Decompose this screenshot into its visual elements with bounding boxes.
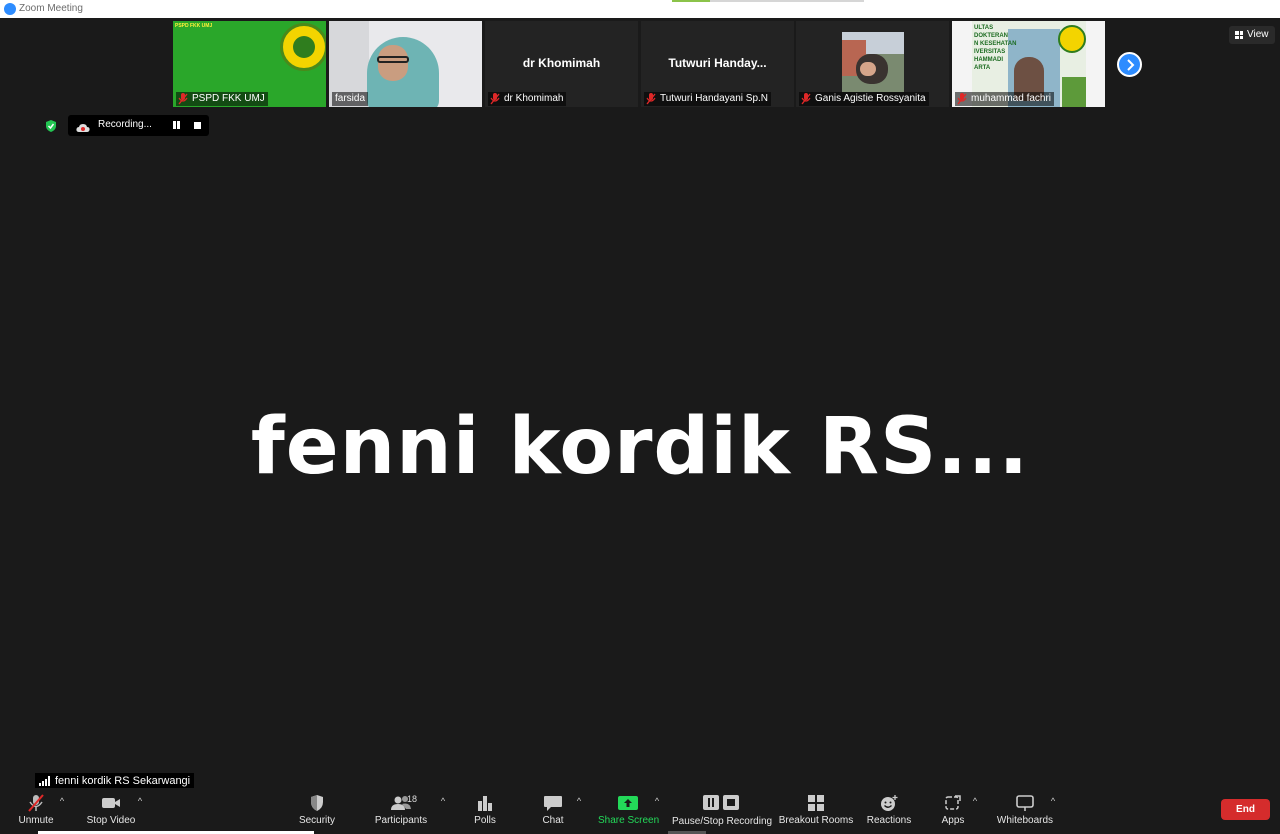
reactions-button[interactable]: Reactions: [864, 788, 914, 834]
apps-options-chevron-icon[interactable]: ^: [970, 796, 980, 806]
participants-button[interactable]: 18 Participants: [372, 788, 430, 834]
share-options-chevron-icon[interactable]: ^: [652, 796, 662, 806]
pause-stop-recording-button[interactable]: Pause/Stop Recording: [672, 788, 772, 834]
view-button[interactable]: View: [1229, 26, 1275, 44]
pause-recording-icon[interactable]: [172, 121, 181, 130]
muted-mic-icon: [957, 93, 967, 105]
audio-options-chevron-icon[interactable]: ^: [57, 796, 67, 806]
share-screen-icon: [617, 794, 639, 812]
muted-mic-icon: [801, 93, 811, 105]
apps-icon: [942, 794, 964, 812]
grid-icon: [1235, 31, 1243, 39]
sharing-indicator: [672, 0, 710, 2]
stop-video-button[interactable]: Stop Video: [84, 788, 138, 834]
participant-name-label: muhammad fachri: [955, 92, 1055, 106]
participant-tile[interactable]: Tutwuri Handay... Tutwuri Handayani Sp.N: [641, 21, 794, 107]
window-title: Zoom Meeting: [19, 3, 83, 14]
muted-mic-icon: [646, 93, 656, 105]
participant-name-label: Ganis Agistie Rossyanita: [799, 92, 929, 106]
tile-center-name: Tutwuri Handay...: [668, 56, 767, 70]
zoom-logo-icon: [4, 3, 16, 15]
profile-photo: [842, 32, 904, 92]
stop-recording-icon[interactable]: [194, 122, 201, 129]
breakout-rooms-button[interactable]: Breakout Rooms: [778, 788, 854, 834]
participant-name-label: Tutwuri Handayani Sp.N: [644, 92, 772, 106]
next-page-arrow-icon[interactable]: [1117, 52, 1142, 77]
apps-button[interactable]: Apps: [936, 788, 970, 834]
recording-indicator: Recording...: [68, 115, 209, 136]
active-speaker-label: fenni kordik RS Sekarwangi: [35, 773, 195, 789]
tile-banner-text: ULTAS DOKTERAN N KESEHATAN IVERSITAS HAM…: [974, 25, 1017, 71]
participant-tile[interactable]: farsida: [329, 21, 482, 107]
participants-options-chevron-icon[interactable]: ^: [438, 796, 448, 806]
video-options-chevron-icon[interactable]: ^: [135, 796, 145, 806]
pause-stop-icon: [701, 794, 741, 812]
chat-bubble-icon: [542, 794, 564, 812]
polls-icon: [474, 794, 496, 812]
signal-strength-icon: [39, 776, 51, 786]
recording-status: Recording...: [98, 119, 152, 130]
unmute-button[interactable]: Unmute: [14, 788, 58, 834]
top-drag-bar[interactable]: [710, 0, 864, 2]
end-meeting-button[interactable]: End: [1221, 799, 1270, 820]
participants-icon: 18: [383, 794, 419, 812]
chat-button[interactable]: Chat: [538, 788, 568, 834]
participant-tile[interactable]: dr Khomimah dr Khomimah: [485, 21, 638, 107]
muted-mic-icon: [178, 93, 188, 105]
participant-name-label: PSPD FKK UMJ: [176, 92, 268, 106]
share-screen-button[interactable]: Share Screen: [598, 788, 659, 834]
university-seal-icon: [280, 23, 326, 71]
whiteboards-options-chevron-icon[interactable]: ^: [1048, 796, 1058, 806]
security-button[interactable]: Security: [294, 788, 340, 834]
reactions-smiley-icon: [878, 794, 900, 812]
muted-mic-icon: [490, 93, 500, 105]
breakout-rooms-icon: [805, 794, 827, 812]
participant-tile[interactable]: PSPD FKK UMJ PSPD FKK UMJ: [173, 21, 326, 107]
participant-name-label: farsida: [332, 92, 369, 106]
participant-tile[interactable]: ULTAS DOKTERAN N KESEHATAN IVERSITAS HAM…: [952, 21, 1105, 107]
video-camera-icon: [100, 794, 122, 812]
cloud-recording-icon: [76, 120, 90, 132]
active-speaker-name: fenni kordik RS...: [250, 402, 1030, 492]
meeting-toolbar: Unmute ^ Stop Video ^ Security 18 Partic…: [0, 788, 1280, 834]
title-bar: Zoom Meeting: [0, 0, 1280, 18]
participant-name-label: dr Khomimah: [488, 92, 567, 106]
encryption-shield-icon[interactable]: [44, 119, 58, 133]
whiteboards-button[interactable]: Whiteboards: [994, 788, 1056, 834]
shield-icon: [306, 794, 328, 812]
tile-center-name: dr Khomimah: [522, 56, 601, 70]
tile-banner-text: PSPD FKK UMJ: [175, 23, 213, 29]
muted-mic-icon: [25, 794, 47, 812]
participant-tile[interactable]: Ganis Agistie Rossyanita: [796, 21, 949, 107]
polls-button[interactable]: Polls: [468, 788, 502, 834]
chat-options-chevron-icon[interactable]: ^: [574, 796, 584, 806]
participants-count: 18: [407, 794, 418, 804]
whiteboard-icon: [1014, 794, 1036, 812]
